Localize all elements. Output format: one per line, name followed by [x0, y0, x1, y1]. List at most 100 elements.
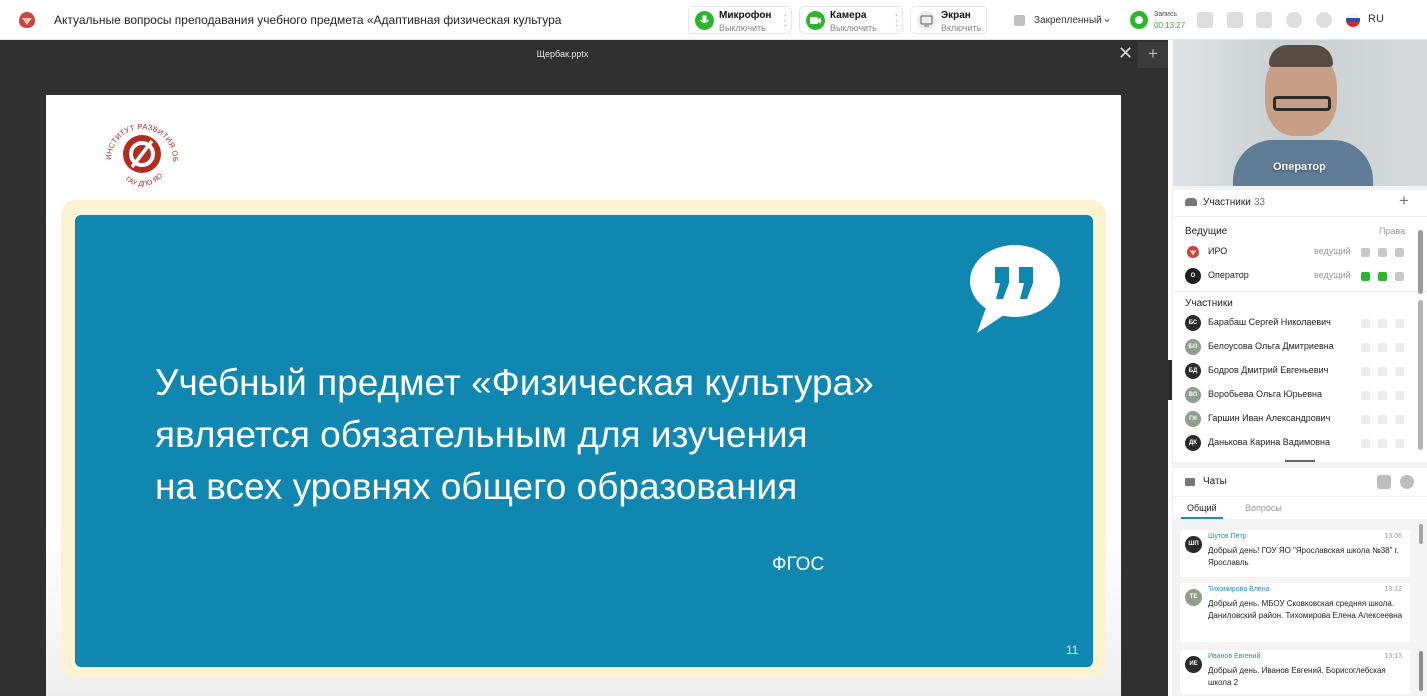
layout-label: Закрепленный: [1034, 15, 1102, 26]
right-panel: Оператор Участники 33 + Ведущие Права ИР…: [1172, 40, 1427, 696]
participant-row[interactable]: БС Барабаш Сергей Николаевич: [1173, 312, 1427, 334]
presentation-filename: Щербак.pptx: [536, 49, 589, 59]
participant-name: Белоусова Ольга Дмитриевна: [1208, 341, 1334, 351]
russian-flag-icon[interactable]: [1346, 13, 1360, 27]
gear-icon[interactable]: [1316, 12, 1332, 28]
avatar: ШП: [1185, 536, 1202, 553]
screen-icon[interactable]: [1395, 343, 1404, 352]
avatar: ГИ: [1185, 411, 1201, 427]
message-time: 13:12: [1384, 586, 1402, 593]
mic-muted-icon[interactable]: [1361, 367, 1370, 376]
microphone-more-icon[interactable]: · · ·: [784, 11, 787, 31]
folder-icon[interactable]: [1227, 12, 1243, 28]
chat-message: ШП Шутов Пётр 13:06 Добрый день! ГОУ ЯО "Яр…: [1180, 530, 1410, 577]
participant-row[interactable]: ВО Воробьева Ольга Юрьевна: [1173, 384, 1427, 406]
camera-off-icon[interactable]: [1378, 391, 1387, 400]
camera-off-icon[interactable]: [1378, 439, 1387, 448]
camera-action: Выключить: [830, 23, 877, 33]
mic-muted-icon[interactable]: [1361, 248, 1370, 257]
scrollbar[interactable]: [1419, 524, 1423, 544]
host-name: ИРО: [1208, 246, 1228, 256]
host-role: ведущий: [1314, 270, 1351, 280]
participant-name: Данькова Карина Вадимовна: [1208, 437, 1330, 447]
message-author[interactable]: Иванов Евгений: [1208, 653, 1260, 660]
avatar: БС: [1185, 315, 1201, 331]
mic-muted-icon[interactable]: [1361, 391, 1370, 400]
participant-name: Барабаш Сергей Николаевич: [1208, 317, 1331, 327]
avatar: ТЕ: [1185, 589, 1202, 606]
scrollbar-thumb[interactable]: [1419, 651, 1423, 691]
avatar: ВО: [1185, 387, 1201, 403]
screen-icon[interactable]: [1395, 391, 1404, 400]
message-author[interactable]: Тихомирова Елена: [1208, 586, 1270, 593]
screen-icon[interactable]: [1395, 367, 1404, 376]
camera-on-icon[interactable]: [1378, 272, 1387, 281]
microphone-icon: [695, 11, 714, 30]
users-icon[interactable]: [1256, 12, 1272, 28]
participant-row[interactable]: БД Бодров Дмитрий Евгеньевич: [1173, 360, 1427, 382]
host-name: Оператор: [1208, 270, 1249, 280]
iro-logo-icon: [19, 12, 35, 28]
screen-icon[interactable]: [1395, 319, 1404, 328]
host-row[interactable]: ИРО ведущий: [1173, 241, 1427, 263]
message-text: Добрый день. МБОУ Сковковская средняя шк…: [1208, 599, 1403, 620]
add-participant-icon[interactable]: +: [1399, 191, 1409, 211]
screen-share-button[interactable]: Экран Включить: [910, 6, 987, 34]
members-section-label: Участники: [1185, 298, 1233, 309]
message-author[interactable]: Шутов Пётр: [1208, 533, 1247, 540]
video-tile[interactable]: Оператор: [1173, 40, 1427, 186]
tab-questions[interactable]: Вопросы: [1245, 503, 1282, 513]
participant-row[interactable]: ГИ Гаршин Иван Александрович: [1173, 408, 1427, 430]
scrollbar[interactable]: [1418, 230, 1423, 294]
camera-off-icon[interactable]: [1378, 415, 1387, 424]
avatar: О: [1185, 268, 1201, 284]
chat-message: ТЕ Тихомирова Елена 13:12 Добрый день. МБОУ…: [1180, 583, 1410, 642]
language-selector[interactable]: RU: [1368, 13, 1384, 25]
mic-muted-icon[interactable]: [1361, 439, 1370, 448]
screen-icon[interactable]: [1395, 415, 1404, 424]
camera-off-icon[interactable]: [1378, 248, 1387, 257]
mic-on-icon[interactable]: [1361, 272, 1370, 281]
screen-icon[interactable]: [1395, 439, 1404, 448]
record-label: Запись: [1154, 11, 1177, 18]
chat-settings-icon[interactable]: [1400, 475, 1414, 489]
record-indicator[interactable]: Запись 00:13:27: [1130, 9, 1186, 33]
camera-off-icon[interactable]: [1378, 367, 1387, 376]
panel-resize-grip[interactable]: [1285, 460, 1315, 462]
mic-muted-icon[interactable]: [1361, 343, 1370, 352]
quote-bubble-icon: [970, 245, 1060, 333]
scrollbar-track[interactable]: [1418, 300, 1423, 450]
close-icon[interactable]: ✕: [1118, 43, 1133, 64]
participant-name: Воробьева Ольга Юрьевна: [1208, 389, 1323, 399]
hosts-section-label: Ведущие: [1185, 226, 1228, 237]
screen-icon[interactable]: [1395, 248, 1404, 257]
mic-muted-icon[interactable]: [1361, 415, 1370, 424]
svg-text:ГАУ ДПО ЯО: ГАУ ДПО ЯО: [124, 172, 164, 188]
chat-panel: Чаты Общий Вопросы ШП Шутов Пётр 13:06 Добр…: [1173, 468, 1427, 696]
screen-icon[interactable]: [1395, 272, 1404, 281]
participant-row[interactable]: ДК Данькова Карина Вадимовна: [1173, 432, 1427, 454]
camera-off-icon[interactable]: [1378, 343, 1387, 352]
tab-general[interactable]: Общий: [1187, 503, 1217, 513]
active-tab-indicator: [1181, 517, 1223, 519]
camera-more-icon[interactable]: · · ·: [895, 11, 898, 31]
camera-off-icon[interactable]: [1378, 319, 1387, 328]
slide: ИНСТИТУТ РАЗВИТИЯ ОБРАЗОВАНИЯ ГАУ ДПО ЯО…: [46, 95, 1121, 696]
screen-label: Экран: [941, 10, 971, 21]
participant-row[interactable]: БО Белоусова Ольга Дмитриевна: [1173, 336, 1427, 358]
participants-icon: [1185, 198, 1197, 206]
notes-icon[interactable]: [1197, 12, 1213, 28]
mic-muted-icon[interactable]: [1361, 319, 1370, 328]
add-tab-button[interactable]: +: [1138, 42, 1168, 68]
host-row[interactable]: О Оператор ведущий: [1173, 265, 1427, 287]
camera-button[interactable]: Камера Выключить · · ·: [799, 6, 903, 34]
quote-line: является обязательным для изучения: [155, 414, 808, 455]
info-icon[interactable]: [1286, 12, 1302, 28]
camera-label: Камера: [830, 10, 867, 21]
quote-line: на всех уровнях общего образования: [155, 466, 798, 507]
microphone-button[interactable]: Микрофон Выключить · · ·: [688, 6, 792, 34]
avatar: ДК: [1185, 435, 1201, 451]
chat-export-icon[interactable]: [1377, 475, 1391, 489]
participants-title: Участники: [1203, 197, 1251, 208]
presentation-area: Щербак.pptx ✕ + ИНСТИТУТ РАЗВИТИЯ ОБРАЗО…: [0, 40, 1168, 696]
